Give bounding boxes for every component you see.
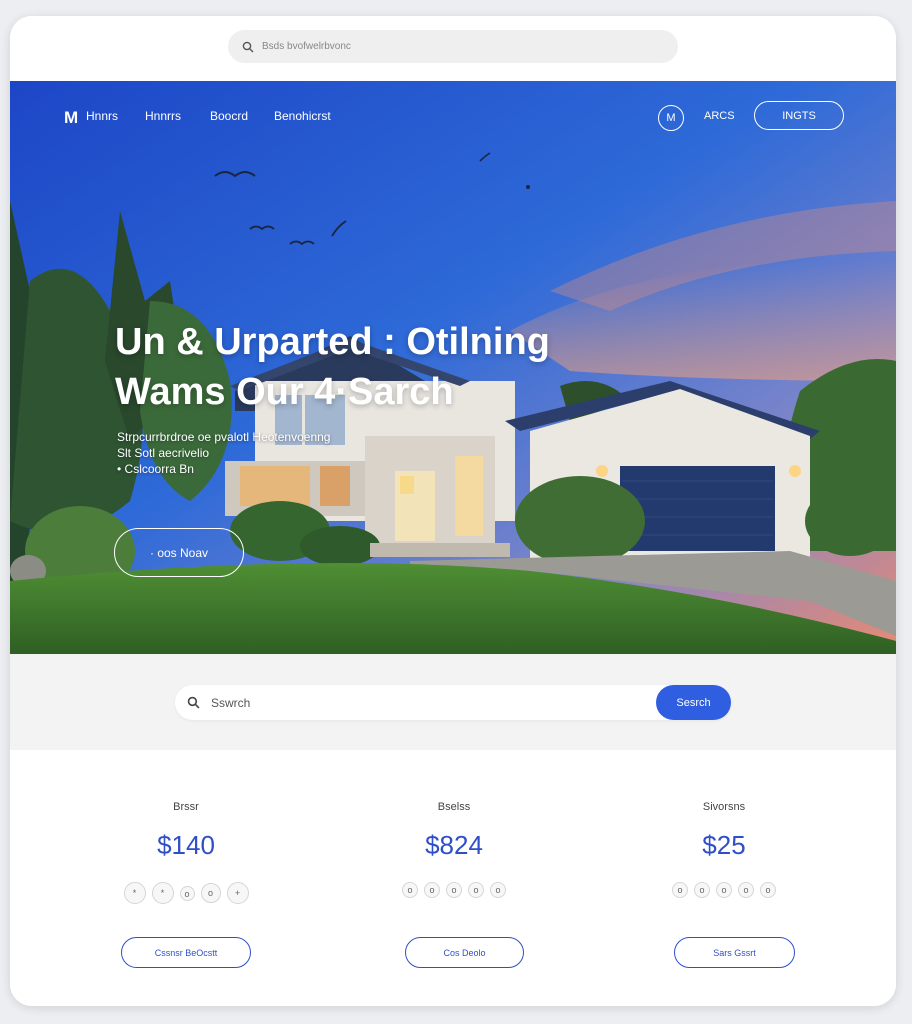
top-navigation: M Hnnrs Hnnrrs Boocrd Benohicrst M ARCS … xyxy=(10,81,896,151)
feature-icon: o xyxy=(672,882,688,898)
feature-icon: o xyxy=(490,882,506,898)
plan-button[interactable]: Cssnsr BeOcstt xyxy=(121,937,251,968)
search-button[interactable]: Sesrch xyxy=(656,685,731,720)
pricing-card: Brssr $140 * * o o + Cssnsr BeOcstt xyxy=(56,750,316,1006)
plan-label: Brssr xyxy=(173,801,199,813)
user-icon[interactable]: M xyxy=(658,105,684,131)
feature-icon: + xyxy=(226,882,249,904)
feature-icon: * xyxy=(151,882,174,904)
feature-icon: o xyxy=(179,886,195,901)
plan-price: $140 xyxy=(157,830,215,860)
plan-label: Bselss xyxy=(437,801,471,813)
search-icon xyxy=(187,696,200,709)
hero-section: M Hnnrs Hnnrrs Boocrd Benohicrst M ARCS … xyxy=(10,81,896,654)
feature-icon: o xyxy=(424,882,440,898)
pricing-section: Brssr $140 * * o o + Cssnsr BeOcstt Bsel… xyxy=(10,750,896,1006)
feature-icons: o o o o o xyxy=(594,882,854,898)
plan-price: $25 xyxy=(702,830,746,860)
hero-subtext-line-2: Slt Sotl aecrivelio xyxy=(117,446,210,460)
nav-cta-button[interactable]: INGTS xyxy=(754,101,844,130)
hero-headline-line-2: Wams Our 4·Sarch xyxy=(115,371,454,413)
hero-headline-line-1: Un & Urparted : Otilning xyxy=(115,321,550,363)
feature-icons: * * o o + xyxy=(56,882,316,904)
browser-toolbar: Bsds bvofwelrbvonc xyxy=(10,16,896,81)
feature-icon: o xyxy=(468,882,484,898)
address-text: Bsds bvofwelrbvonc xyxy=(262,41,351,52)
feature-icon: * xyxy=(123,882,146,904)
feature-icon: o xyxy=(760,882,776,898)
pricing-card: Bselss $824 o o o o o Cos Deolo xyxy=(324,750,584,1006)
feature-icon: o xyxy=(738,882,754,898)
feature-icon: o xyxy=(402,882,418,898)
search-placeholder: Sswrch xyxy=(211,696,251,710)
nav-link-1[interactable]: Hnnrs xyxy=(86,109,118,123)
plan-button[interactable]: Cos Deolo xyxy=(405,937,524,968)
feature-icon: o xyxy=(694,882,710,898)
nav-link-4[interactable]: Benohicrst xyxy=(274,109,331,123)
hero-headline: Un & Urparted : Otilning Wams Our 4·Sarc… xyxy=(115,317,550,417)
hero-subtext-line-1: Strpcurrbrdroe oe pvalotl Heotenvoenng xyxy=(117,430,331,444)
hero-subtext-line-3: • Cslcoorra Bn xyxy=(117,462,194,476)
feature-icon: o xyxy=(716,882,732,898)
app-window: Bsds bvofwelrbvonc M Hnnrs Hnnrrs Boocrd… xyxy=(10,16,896,1006)
nav-about-link[interactable]: ARCS xyxy=(704,110,735,122)
search-input[interactable]: Sswrch xyxy=(175,685,731,720)
plan-label: Sivorsns xyxy=(702,801,746,813)
nav-link-3[interactable]: Boocrd xyxy=(210,109,248,123)
feature-icon: o xyxy=(446,882,462,898)
search-icon xyxy=(242,41,254,52)
plan-price: $824 xyxy=(425,830,483,860)
site-logo[interactable]: M xyxy=(64,108,78,128)
address-bar[interactable]: Bsds bvofwelrbvonc xyxy=(228,30,678,63)
plan-button[interactable]: Sars Gssrt xyxy=(674,937,795,968)
feature-icon: o xyxy=(200,883,221,903)
search-section: Sswrch Sesrch xyxy=(10,654,896,750)
feature-icons: o o o o o xyxy=(324,882,584,898)
hero-subtext: Strpcurrbrdroe oe pvalotl Heotenvoenng S… xyxy=(117,429,330,477)
nav-link-2[interactable]: Hnnrrs xyxy=(145,109,181,123)
hero-cta-button[interactable]: · oos Noav xyxy=(114,528,244,577)
pricing-card: Sivorsns $25 o o o o o Sars Gssrt xyxy=(594,750,854,1006)
